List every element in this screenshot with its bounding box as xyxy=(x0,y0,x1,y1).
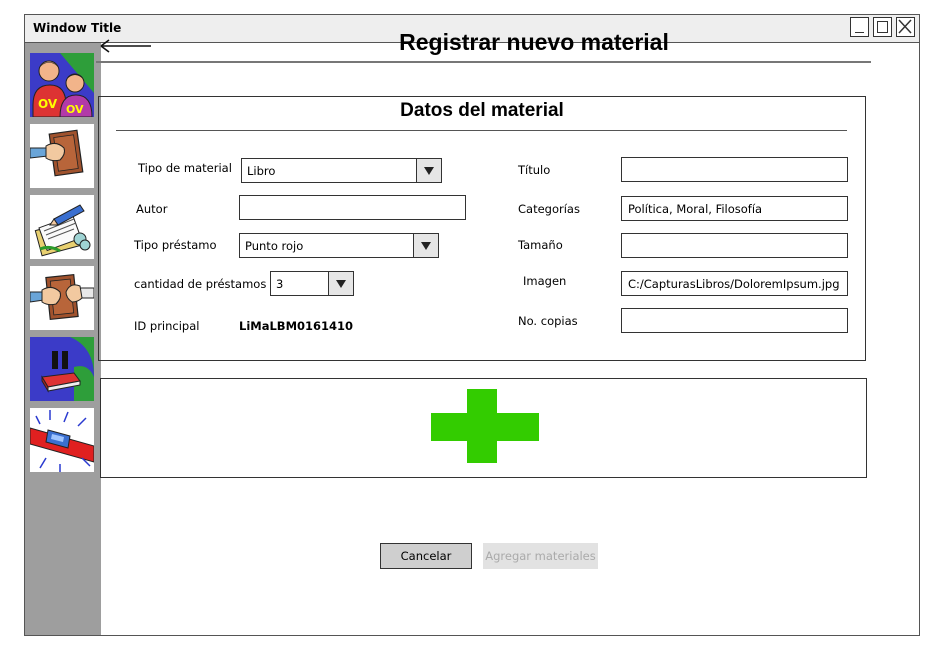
tamano-field[interactable] xyxy=(621,233,848,258)
categorias-field[interactable]: Política, Moral, Filosofía xyxy=(621,196,848,221)
window-title: Window Title xyxy=(33,21,122,35)
tipo-prestamo-select[interactable]: Punto rojo xyxy=(239,233,439,258)
tipo-material-value: Libro xyxy=(247,164,276,178)
alarm-light-icon[interactable] xyxy=(30,408,94,472)
tipo-material-select[interactable]: Libro xyxy=(241,158,442,183)
tipo-prestamo-value: Punto rojo xyxy=(245,239,304,253)
add-material-area[interactable] xyxy=(100,378,867,478)
cantidad-prestamos-label: cantidad de préstamos xyxy=(134,277,267,291)
tamano-label: Tamaño xyxy=(518,238,563,252)
id-principal-value: LiMaLBM0161410 xyxy=(239,319,354,333)
copias-label: No. copias xyxy=(518,314,578,328)
imagen-label: Imagen xyxy=(523,274,567,288)
svg-text:OV: OV xyxy=(66,103,84,116)
book-return-icon[interactable] xyxy=(30,266,94,330)
imagen-field[interactable]: C:/CapturasLibros/DoloremIpsum.jpg xyxy=(621,271,848,296)
back-arrow-icon[interactable] xyxy=(97,34,153,58)
minimize-icon[interactable] xyxy=(850,17,869,37)
autor-label: Autor xyxy=(136,202,168,216)
svg-text:OV: OV xyxy=(38,97,58,111)
copias-field[interactable] xyxy=(621,308,848,333)
pause-book-icon[interactable] xyxy=(30,337,94,401)
cantidad-prestamos-value: 3 xyxy=(276,277,284,291)
close-icon[interactable] xyxy=(896,17,915,37)
add-materials-button[interactable]: Agregar materiales xyxy=(483,543,598,569)
panel-divider xyxy=(116,130,847,132)
tipo-material-label: Tipo de material xyxy=(138,161,232,175)
chevron-down-icon[interactable] xyxy=(413,234,438,257)
panel-title: Datos del material xyxy=(400,100,564,121)
cantidad-prestamos-select[interactable]: 3 xyxy=(270,271,354,296)
cancel-button[interactable]: Cancelar xyxy=(380,543,472,569)
page-title: Registrar nuevo material xyxy=(399,29,669,55)
tipo-prestamo-label: Tipo préstamo xyxy=(134,238,217,252)
maximize-icon[interactable] xyxy=(873,17,892,37)
chevron-down-icon[interactable] xyxy=(416,159,441,182)
id-principal-label: ID principal xyxy=(134,319,200,333)
documents-icon[interactable] xyxy=(30,195,94,259)
categorias-label: Categorías xyxy=(518,202,580,216)
plus-icon[interactable] xyxy=(431,389,539,463)
users-icon[interactable]: OV OV xyxy=(30,53,94,117)
book-handover-icon[interactable] xyxy=(30,124,94,188)
autor-field[interactable] xyxy=(239,195,466,220)
titulo-label: Título xyxy=(518,163,551,177)
chevron-down-icon[interactable] xyxy=(328,272,353,295)
titulo-field[interactable] xyxy=(621,157,848,182)
sidebar: OV OV xyxy=(25,43,101,635)
title-divider xyxy=(96,61,871,63)
